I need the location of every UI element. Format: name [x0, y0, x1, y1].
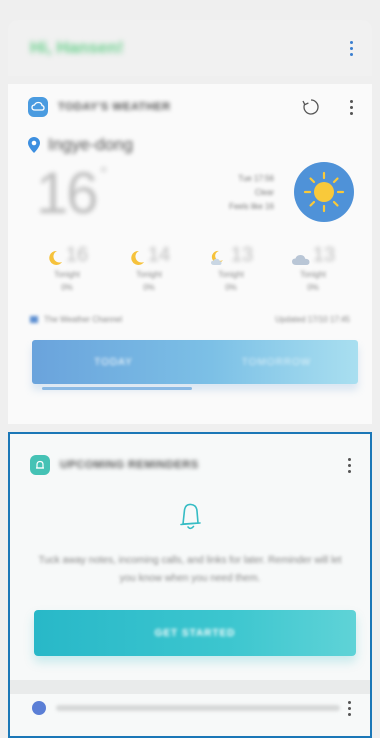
forecast-item: 16 Tonight 0%	[26, 244, 108, 308]
weather-conditions: Tue 17:56 Clear Feels like 16	[229, 172, 274, 214]
location-row[interactable]: Ingye-dong	[8, 132, 372, 158]
forecast-precip: 0%	[143, 283, 155, 292]
forecast-time: Tonight	[300, 270, 326, 279]
forecast-time: Tonight	[54, 270, 80, 279]
active-tab-indicator	[42, 387, 192, 390]
refresh-icon[interactable]	[300, 96, 322, 118]
weather-app-icon	[28, 97, 48, 117]
tab-tomorrow-label: TOMORROW	[241, 356, 312, 368]
sunny-icon	[294, 162, 354, 222]
weather-card[interactable]: TODAY'S WEATHER Ingye-dong 16 ° Tue 17:5…	[8, 84, 372, 424]
forecast-temperature: 14	[147, 244, 171, 266]
reminders-description: Tuck away notes, incoming calls, and lin…	[38, 555, 342, 584]
weather-card-title: TODAY'S WEATHER	[58, 101, 171, 113]
forecast-precip: 0%	[307, 283, 319, 292]
cloud-icon	[291, 255, 310, 265]
card-divider	[10, 680, 370, 694]
day-tabs: TODAY TOMORROW	[32, 340, 358, 390]
next-card-header[interactable]	[10, 694, 370, 722]
forecast-precip: 0%	[225, 283, 237, 292]
next-card-more-icon[interactable]	[340, 700, 358, 716]
condition-line: Feels like 16	[229, 202, 274, 211]
moon-icon	[131, 250, 144, 265]
greeting-text: Hi, Hansen!	[30, 38, 124, 57]
reminders-card[interactable]: UPCOMING REMINDERS Tuck away notes, inco…	[8, 432, 372, 738]
forecast-time: Tonight	[136, 270, 162, 279]
header-more-icon[interactable]	[342, 40, 360, 56]
tab-today[interactable]: TODAY	[32, 340, 195, 384]
reminders-card-title: UPCOMING REMINDERS	[60, 459, 199, 471]
tab-tomorrow[interactable]: TOMORROW	[195, 340, 358, 384]
weather-source[interactable]: The Weather Channel	[30, 315, 122, 324]
weather-source-label: The Weather Channel	[44, 314, 123, 324]
next-card-title	[56, 705, 340, 711]
current-weather: 16 ° Tue 17:56 Clear Feels like 16	[8, 158, 372, 236]
bell-icon	[10, 496, 370, 542]
moon-partly-cloudy-icon	[210, 250, 223, 265]
tab-today-label: TODAY	[94, 356, 133, 368]
condition-line: Tue 17:56	[238, 174, 274, 183]
greeting-header: Hi, Hansen!	[8, 20, 372, 76]
reminders-card-header: UPCOMING REMINDERS	[10, 442, 370, 488]
next-card-icon	[32, 701, 46, 715]
weather-source-row: The Weather Channel Updated 17/10 17:45	[8, 308, 372, 330]
updated-time: Updated 17/10 17:45	[275, 314, 350, 324]
forecast-item: 13 Tonight 0%	[272, 244, 354, 308]
forecast-time: Tonight	[218, 270, 244, 279]
forecast-item: 14 Tonight 0%	[108, 244, 190, 308]
current-temperature: 16	[36, 161, 98, 226]
weather-more-icon[interactable]	[342, 99, 360, 115]
condition-line: Clear	[254, 188, 274, 197]
forecast-precip: 0%	[61, 283, 73, 292]
weather-card-header: TODAY'S WEATHER	[8, 84, 372, 130]
location-name: Ingye-dong	[48, 135, 134, 154]
get-started-button[interactable]: GET STARTED	[34, 610, 356, 656]
forecast-temperature: 13	[312, 244, 336, 266]
get-started-label: GET STARTED	[154, 627, 236, 639]
moon-icon	[49, 250, 62, 265]
degree-symbol: °	[100, 164, 108, 184]
reminders-more-icon[interactable]	[340, 457, 358, 473]
reminder-app-icon	[30, 455, 50, 475]
hourly-forecast: 16 Tonight 0% 14 Tonight 0% 13 Tonight 0…	[8, 244, 372, 308]
location-pin-icon	[28, 137, 40, 153]
forecast-temperature: 16	[65, 244, 89, 266]
forecast-item: 13 Tonight 0%	[190, 244, 272, 308]
weather-channel-logo-icon	[30, 315, 38, 323]
forecast-temperature: 13	[230, 244, 254, 266]
